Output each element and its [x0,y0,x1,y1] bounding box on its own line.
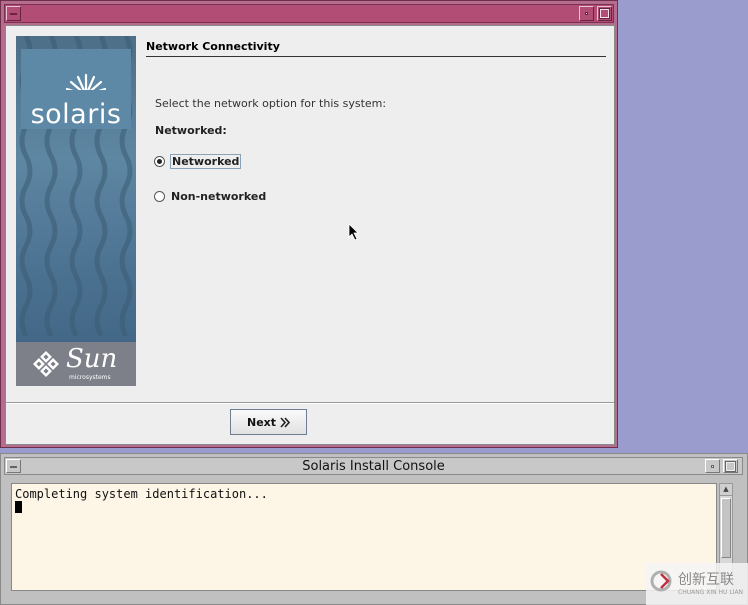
watermark-text: 创新互联 [678,572,734,588]
solaris-wordmark: solaris [30,99,122,130]
solaris-banner: solaris Sun microsystems [16,36,136,386]
radio-non-networked-label[interactable]: Non-networked [170,189,267,204]
install-console-window: Solaris Install Console Completing syste… [0,453,748,605]
maximize-button[interactable] [597,6,612,21]
window-menu-icon [10,13,17,15]
double-chevron-right-icon [280,416,291,428]
scroll-thumb[interactable] [721,498,731,558]
console-text: Completing system identification... [15,487,268,501]
console-minimize-button[interactable] [705,459,720,473]
sun-rays-icon [64,73,108,97]
radio-non-networked-control[interactable] [154,190,165,202]
text-cursor [15,501,22,513]
title-divider [146,56,606,57]
minimize-icon [711,465,714,468]
page-title: Network Connectivity [146,40,280,53]
maximize-icon [599,8,610,19]
scroll-up-icon[interactable]: ▲ [720,484,732,496]
next-button-label: Next [246,415,277,429]
radio-networked[interactable]: Networked [154,153,242,169]
radio-networked-control[interactable] [154,155,165,167]
watermark: 创新互联 CHUANG XIN HU LIAN [646,563,748,605]
sun-wordmark: Sun [66,344,118,374]
console-titlebar[interactable]: Solaris Install Console [4,457,743,475]
watermark-logo-icon [650,570,672,592]
installer-window: solaris Sun microsystems Network Connect… [0,0,618,448]
installer-content: solaris Sun microsystems Network Connect… [5,25,615,445]
solaris-logo: solaris [21,49,131,130]
installer-titlebar[interactable] [4,4,614,23]
console-output[interactable]: Completing system identification... [11,483,717,591]
minimize-button[interactable] [579,6,594,21]
watermark-subtext: CHUANG XIN HU LIAN [678,589,744,596]
minimize-icon [585,12,588,15]
radio-non-networked[interactable]: Non-networked [154,188,267,204]
networked-group-label: Networked: [155,124,227,137]
next-button[interactable]: Next [230,409,307,435]
sun-logo: Sun microsystems [16,342,136,386]
maximize-icon [725,461,736,472]
mouse-pointer-icon [348,223,359,241]
sun-diamond-icon [32,350,60,378]
console-title: Solaris Install Console [302,459,445,474]
microsystems-wordmark: microsystems [69,374,111,381]
console-maximize-button[interactable] [723,459,738,473]
button-bar-separator [6,402,614,404]
window-menu-button[interactable] [6,6,21,21]
prompt-text: Select the network option for this syste… [155,97,387,110]
radio-networked-label[interactable]: Networked [170,153,242,169]
